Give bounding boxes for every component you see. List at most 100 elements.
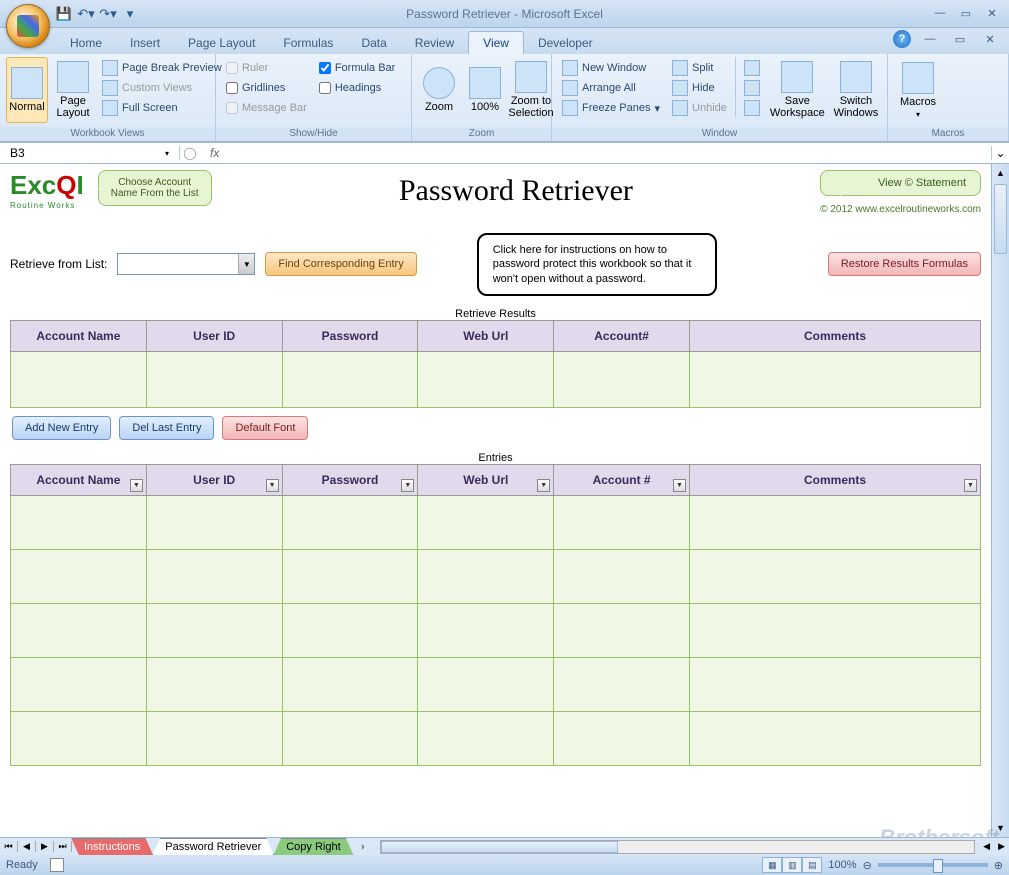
cell[interactable]: [554, 549, 690, 603]
name-box[interactable]: B3▾: [0, 146, 180, 160]
scroll-thumb[interactable]: [994, 184, 1007, 254]
cell[interactable]: [282, 657, 418, 711]
cell[interactable]: [282, 603, 418, 657]
cell[interactable]: [418, 711, 554, 765]
find-entry-button[interactable]: Find Corresponding Entry: [265, 252, 416, 276]
zoom-slider[interactable]: [878, 863, 988, 867]
tab-nav-last[interactable]: ⏭: [54, 841, 72, 852]
split-button[interactable]: Split: [668, 59, 731, 77]
cell[interactable]: [689, 657, 980, 711]
zoom-out-button[interactable]: ⊖: [863, 859, 872, 872]
cell[interactable]: [11, 351, 147, 407]
headings-checkbox[interactable]: Headings: [315, 79, 400, 97]
scroll-thumb[interactable]: [381, 841, 618, 853]
save-icon[interactable]: 💾: [56, 6, 72, 22]
page-break-view-icon[interactable]: ▤: [802, 857, 822, 873]
cell[interactable]: [146, 711, 282, 765]
cell[interactable]: [689, 711, 980, 765]
zoom-button[interactable]: Zoom: [418, 57, 460, 123]
cell[interactable]: [11, 711, 147, 765]
close-button[interactable]: ✕: [981, 4, 1003, 22]
zoom-in-button[interactable]: ⊕: [994, 859, 1003, 872]
tab-review[interactable]: Review: [401, 32, 468, 54]
cell[interactable]: [554, 657, 690, 711]
arrange-all-button[interactable]: Arrange All: [558, 79, 664, 97]
tab-data[interactable]: Data: [347, 32, 400, 54]
tab-insert[interactable]: Insert: [116, 32, 174, 54]
horizontal-scrollbar[interactable]: [380, 840, 975, 854]
restore-formulas-button[interactable]: Restore Results Formulas: [828, 252, 981, 276]
col-account-name[interactable]: Account Name▼: [11, 464, 147, 495]
cell[interactable]: [689, 603, 980, 657]
sheet-tab-instructions[interactable]: Instructions: [71, 838, 153, 856]
doc-restore-button[interactable]: ▭: [949, 30, 971, 48]
col-account-num[interactable]: Account #▼: [554, 464, 690, 495]
cell[interactable]: [282, 711, 418, 765]
sheet-tab-password-retriever[interactable]: Password Retriever: [152, 838, 274, 856]
tab-nav-next[interactable]: ▶: [36, 841, 54, 852]
macros-button[interactable]: Macros▾: [894, 57, 942, 123]
zoom-level[interactable]: 100%: [828, 859, 856, 871]
view-side-button[interactable]: [740, 59, 764, 77]
new-window-button[interactable]: New Window: [558, 59, 664, 77]
reset-pos-button[interactable]: [740, 99, 764, 117]
cell[interactable]: [11, 657, 147, 711]
cell[interactable]: [689, 549, 980, 603]
page-break-preview-button[interactable]: Page Break Preview: [98, 59, 226, 77]
help-icon[interactable]: ?: [893, 30, 911, 48]
cell[interactable]: [146, 351, 282, 407]
full-screen-button[interactable]: Full Screen: [98, 99, 226, 117]
sheet-tab-copyright[interactable]: Copy Right: [273, 838, 353, 856]
cell[interactable]: [11, 603, 147, 657]
cell[interactable]: [146, 495, 282, 549]
cell[interactable]: [11, 495, 147, 549]
cell[interactable]: [418, 603, 554, 657]
message-bar-checkbox[interactable]: Message Bar: [222, 99, 311, 117]
zoom-selection-button[interactable]: Zoom to Selection: [510, 57, 552, 123]
hide-button[interactable]: Hide: [668, 79, 731, 97]
default-font-button[interactable]: Default Font: [222, 416, 308, 440]
tab-nav-prev[interactable]: ◀: [18, 841, 36, 852]
scroll-down-icon[interactable]: ▼: [992, 819, 1009, 837]
fx-button[interactable]: fx: [200, 146, 229, 160]
tab-page-layout[interactable]: Page Layout: [174, 32, 269, 54]
switch-windows-button[interactable]: Switch Windows: [831, 57, 881, 123]
cell[interactable]: [554, 603, 690, 657]
qat-customize-icon[interactable]: ▾: [122, 6, 138, 22]
unhide-button[interactable]: Unhide: [668, 99, 731, 117]
filter-icon[interactable]: ▼: [266, 479, 279, 492]
cell[interactable]: [146, 603, 282, 657]
save-workspace-button[interactable]: Save Workspace: [768, 57, 827, 123]
instructions-box[interactable]: Click here for instructions on how to pa…: [477, 233, 717, 296]
vertical-scrollbar[interactable]: ▲ ▼: [991, 164, 1009, 837]
ruler-checkbox[interactable]: Ruler: [222, 59, 311, 77]
doc-close-button[interactable]: ✕: [979, 30, 1001, 48]
gridlines-checkbox[interactable]: Gridlines: [222, 79, 311, 97]
col-web-url[interactable]: Web Url▼: [418, 464, 554, 495]
tab-nav-first[interactable]: ⏮: [0, 841, 18, 852]
tab-home[interactable]: Home: [56, 32, 116, 54]
cell[interactable]: [554, 711, 690, 765]
cell[interactable]: [554, 351, 690, 407]
col-password[interactable]: Password▼: [282, 464, 418, 495]
normal-view-button[interactable]: Normal: [6, 57, 48, 123]
sync-scroll-button[interactable]: [740, 79, 764, 97]
undo-icon[interactable]: ↶▾: [78, 6, 94, 22]
page-layout-button[interactable]: Page Layout: [52, 57, 94, 123]
doc-minimize-button[interactable]: —: [919, 30, 941, 48]
filter-icon[interactable]: ▼: [401, 479, 414, 492]
custom-views-button[interactable]: Custom Views: [98, 79, 226, 97]
office-button[interactable]: [6, 4, 50, 48]
cell[interactable]: [418, 351, 554, 407]
zoom-100-button[interactable]: 100%: [464, 57, 506, 123]
cell[interactable]: [146, 549, 282, 603]
filter-icon[interactable]: ▼: [537, 479, 550, 492]
formula-bar-checkbox[interactable]: Formula Bar: [315, 59, 400, 77]
col-comments[interactable]: Comments▼: [689, 464, 980, 495]
page-layout-view-icon[interactable]: ▥: [782, 857, 802, 873]
cell[interactable]: [418, 495, 554, 549]
cell[interactable]: [689, 495, 980, 549]
tab-formulas[interactable]: Formulas: [269, 32, 347, 54]
cell[interactable]: [282, 351, 418, 407]
add-entry-button[interactable]: Add New Entry: [12, 416, 111, 440]
